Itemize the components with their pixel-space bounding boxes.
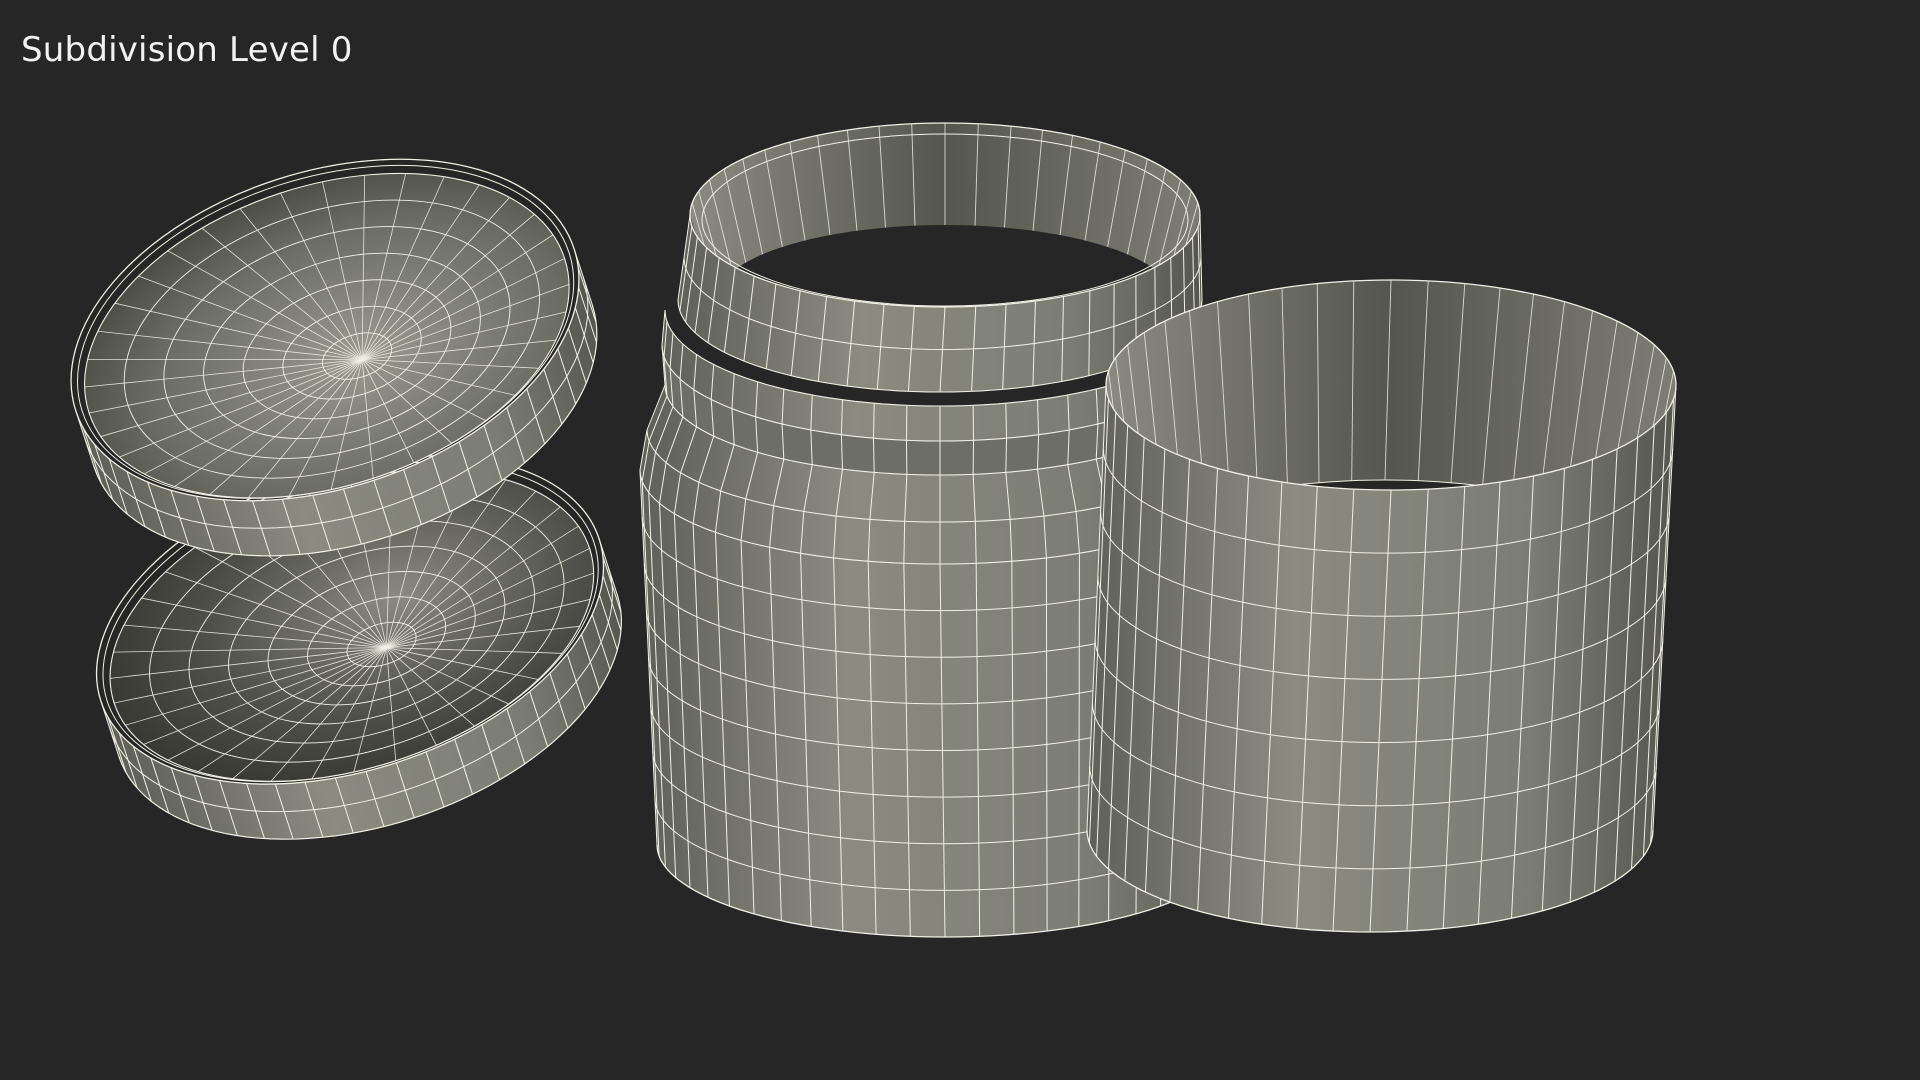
jar-label-sleeve [1086, 279, 1677, 933]
wireframe-scene [70, 122, 1677, 938]
viewport: Subdivision Level 0 [0, 0, 1920, 1080]
